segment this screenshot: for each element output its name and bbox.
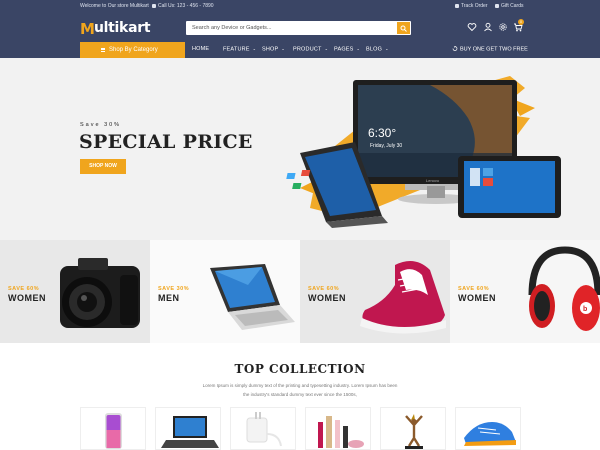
nav-product[interactable]: PRODUCT ⌄ [293,46,328,53]
statue-image [405,414,423,449]
category-save: SAVE 60% [458,286,490,292]
account-button[interactable] [483,22,493,34]
track-order-link[interactable]: Track Order [455,3,487,9]
collection-description-line: the industry's standard dummy text ever … [243,392,357,397]
category-name: WOMEN [458,293,496,303]
chevron-down-icon: ⌄ [385,46,389,51]
collection-title: TOP COLLECTION [234,362,366,376]
call-us-text: Call Us: 123 - 456 - 7890 [158,3,214,9]
category-banner-laptop[interactable]: SAVE 30% MEN [150,240,300,343]
product-card-laptop[interactable] [155,407,221,450]
laptop-brand: Lenovo [426,178,440,183]
shop-by-category-label: Shop By Category [109,46,158,53]
search-bar: Search any Device or Gadgets... [186,21,411,35]
settings-button[interactable] [498,22,508,34]
nav-label: HOME [192,46,210,52]
promo-text: BUY ONE GET TWO FREE [460,46,528,53]
nav-label: SHOP [262,46,279,53]
nav-label: PRODUCT [293,46,322,53]
hero-banner: Save 30% SPECIAL PRICE SHOP NOW 6:30° Fr… [0,58,600,240]
menu-icon [101,47,105,52]
lockscreen-time: 6:30° [368,126,396,140]
category-name: WOMEN [8,293,46,303]
search-input[interactable]: Search any Device or Gadgets... [192,25,271,31]
product-card-smartphone[interactable] [80,407,146,450]
wishlist-button[interactable] [467,22,477,34]
product-card-running-shoe[interactable] [455,407,521,450]
hero-save-text: Save 30% [80,122,122,128]
category-name: WOMEN [308,293,346,303]
promo-offer[interactable]: BUY ONE GET TWO FREE [452,45,528,53]
search-button[interactable] [397,22,410,34]
running-shoe-image [464,422,516,446]
logo[interactable]: M ultikart [80,17,151,39]
hero-title: SPECIAL PRICE [79,131,253,153]
nav-home[interactable]: HOME [192,46,209,52]
category-name: MEN [158,293,180,303]
chevron-down-icon: ⌄ [356,46,361,51]
product-card-charger[interactable] [230,407,296,450]
call-us: Call Us: 123 - 456 - 7890 [152,3,214,9]
svg-text:b: b [583,306,587,313]
category-banner-sneaker[interactable]: SAVE 60% WOMEN [300,240,450,343]
collection-description-line: Lorem Ipsum is simply dummy text of the … [202,383,398,388]
gift-icon [495,3,499,8]
hero-devices-illustration: 6:30° Friday, July 30 Lenovo [286,76,561,228]
chevron-down-icon: ⌄ [252,46,257,51]
search-icon [400,25,407,32]
welcome-text: Welcome to Our store Multikart [80,3,149,9]
refresh-icon [452,45,458,51]
shop-by-category-button[interactable]: Shop By Category [80,42,185,58]
chevron-down-icon: ⌄ [324,46,329,51]
smartphone-image [105,413,122,449]
category-save: SAVE 30% [158,286,190,292]
charger-image [246,412,282,447]
location-icon [455,3,459,8]
user-icon [484,22,492,32]
logo-text: ultikart [94,20,151,36]
logo-mark: M [80,20,95,38]
top-strip: Welcome to Our store Multikart Call Us: … [0,0,600,12]
shop-now-button[interactable]: SHOP NOW [80,159,126,174]
category-save: SAVE 60% [8,286,40,292]
cart-count-badge: 0 [518,19,524,25]
lockscreen-date: Friday, July 30 [370,143,402,149]
category-banner-headphones[interactable]: b SAVE 60% WOMEN [450,240,600,343]
gift-cards-label: Gift Cards [501,3,524,9]
nav-label: BLOG [366,46,383,53]
collection-description: Lorem Ipsum is simply dummy text of the … [185,381,415,399]
product-card-cosmetics[interactable] [305,407,371,450]
nav-pages[interactable]: PAGES ⌄ [334,46,360,53]
nav-label: PAGES [334,46,354,53]
laptop-image [161,416,219,448]
gift-cards-link[interactable]: Gift Cards [495,3,524,9]
product-card-statue[interactable] [380,407,446,450]
nav-label: FEATURE [223,46,250,53]
chevron-down-icon: ⌄ [281,46,285,51]
category-banner-camera[interactable]: SAVE 60% WOMEN [0,240,150,343]
nav-feature[interactable]: FEATURE ⌄ [223,46,256,53]
nav-shop[interactable]: SHOP ⌄ [262,46,285,53]
category-save: SAVE 60% [308,286,340,292]
nav-blog[interactable]: BLOG ⌄ [366,46,389,53]
phone-icon [152,3,156,8]
heart-icon [467,23,477,32]
gear-icon [499,23,507,31]
track-order-label: Track Order [461,3,488,9]
cosmetics-image [318,416,364,448]
